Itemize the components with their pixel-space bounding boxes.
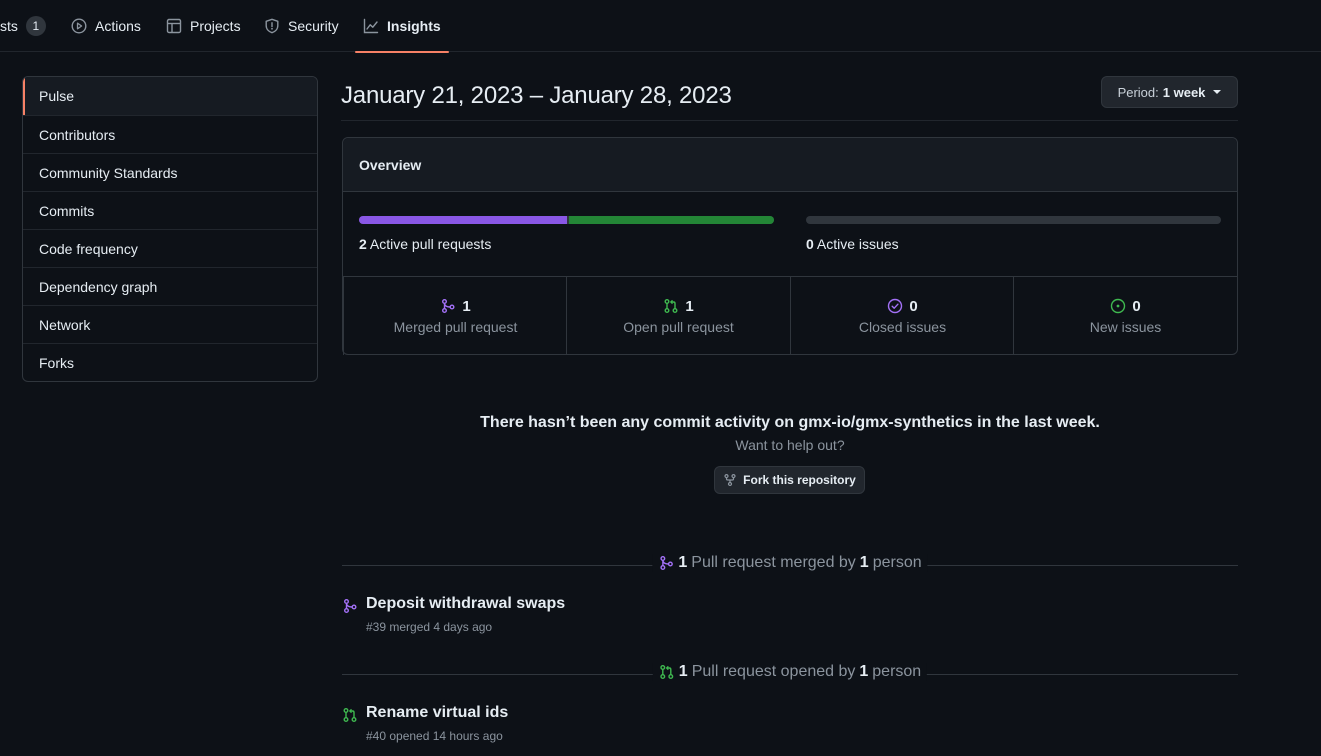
empty-commit-activity: There hasn’t been any commit activity on… <box>342 414 1238 453</box>
closed-issues-count: 0 <box>909 298 917 315</box>
insights-sidebar: Pulse Contributors Community Standards C… <box>22 76 318 382</box>
sidebar-item-code-frequency[interactable]: Code frequency <box>23 229 317 267</box>
merged-people: 1 <box>860 554 869 572</box>
closed-issue-icon <box>887 298 903 314</box>
opened-section-divider: 1 Pull request opened by 1 person <box>342 663 1238 685</box>
commit-activity-message: There hasn’t been any commit activity on… <box>342 414 1238 432</box>
shield-icon <box>264 18 280 34</box>
merged-pr-label: Merged pull request <box>394 319 518 335</box>
merged-pr-icon <box>658 555 674 571</box>
graph-icon <box>363 18 379 34</box>
pr-meta: #40 opened 14 hours ago <box>366 729 503 743</box>
sidebar-item-contributors[interactable]: Contributors <box>23 115 317 153</box>
merged-pr-icon <box>440 298 456 314</box>
active-pr-count: 2 <box>359 236 367 252</box>
active-issues-bar[interactable] <box>806 216 1221 224</box>
pr-title-link[interactable]: Rename virtual ids <box>366 704 508 722</box>
fork-icon <box>723 473 737 487</box>
tab-actions[interactable]: Actions <box>71 0 141 52</box>
sidebar-item-community-standards[interactable]: Community Standards <box>23 153 317 191</box>
active-issues-link[interactable]: 0 Active issues <box>806 236 899 252</box>
new-issue-icon <box>1110 298 1126 314</box>
merged-section-heading: 1 Pull request merged by 1 person <box>652 554 927 572</box>
overview-box: Overview 2 Active pull requests 0 Active… <box>342 137 1238 355</box>
opened-people: 1 <box>859 663 868 681</box>
repo-nav: sts 1 Actions Projects Security Insights <box>0 0 1321 52</box>
fork-repository-button[interactable]: Fork this repository <box>714 466 865 494</box>
active-pull-requests-bar[interactable] <box>359 216 774 224</box>
tab-label: Actions <box>95 18 141 34</box>
open-segment <box>569 216 775 224</box>
table-icon <box>166 18 182 34</box>
open-pr-count: 1 <box>685 298 693 315</box>
closed-issues-label: Closed issues <box>859 319 946 335</box>
pull-request-counter: 1 <box>26 16 46 36</box>
opened-text-end: person <box>872 663 921 681</box>
tab-security[interactable]: Security <box>264 0 339 52</box>
merged-pr-icon <box>342 598 358 614</box>
merged-text: Pull request merged by <box>691 554 856 572</box>
opened-text: Pull request opened by <box>692 663 856 681</box>
active-pull-requests-link[interactable]: 2 Active pull requests <box>359 236 491 252</box>
opened-section-heading: 1 Pull request opened by 1 person <box>653 663 927 681</box>
divider <box>341 120 1238 121</box>
open-pr-label: Open pull request <box>623 319 734 335</box>
merged-pr-count: 1 <box>462 298 470 315</box>
open-pr-stat[interactable]: 1 Open pull request <box>566 277 790 355</box>
sidebar-item-network[interactable]: Network <box>23 305 317 343</box>
pr-title-link[interactable]: Deposit withdrawal swaps <box>366 595 565 613</box>
play-circle-icon <box>71 18 87 34</box>
tab-label: Insights <box>387 18 441 34</box>
sidebar-item-commits[interactable]: Commits <box>23 191 317 229</box>
period-dropdown-button[interactable]: Period: 1 week <box>1101 76 1238 108</box>
page-title: January 21, 2023 – January 28, 2023 <box>341 82 732 110</box>
period-prefix: Period: <box>1118 85 1159 100</box>
new-issues-stat[interactable]: 0 New issues <box>1013 277 1237 355</box>
tab-label: sts <box>0 18 18 34</box>
pr-meta: #39 merged 4 days ago <box>366 620 492 634</box>
open-pr-icon <box>659 664 675 680</box>
merged-text-end: person <box>873 554 922 572</box>
merged-segment <box>359 216 567 224</box>
tab-label: Projects <box>190 18 241 34</box>
new-issues-count: 0 <box>1132 298 1140 315</box>
sidebar-item-pulse[interactable]: Pulse <box>23 77 317 115</box>
new-issues-label: New issues <box>1090 319 1162 335</box>
tab-label: Security <box>288 18 339 34</box>
closed-issues-stat[interactable]: 0 Closed issues <box>790 277 1014 355</box>
fork-button-label: Fork this repository <box>743 473 856 487</box>
active-pr-label: Active pull requests <box>370 236 491 252</box>
active-issues-label: Active issues <box>817 236 899 252</box>
overview-title: Overview <box>343 138 1237 192</box>
sidebar-item-dependency-graph[interactable]: Dependency graph <box>23 267 317 305</box>
caret-down-icon <box>1213 90 1221 94</box>
merged-count: 1 <box>678 554 687 572</box>
open-pr-icon <box>663 298 679 314</box>
merged-section-divider: 1 Pull request merged by 1 person <box>342 554 1238 576</box>
opened-count: 1 <box>679 663 688 681</box>
commit-activity-sub: Want to help out? <box>342 437 1238 453</box>
tab-projects[interactable]: Projects <box>166 0 241 52</box>
sidebar-item-forks[interactable]: Forks <box>23 343 317 381</box>
merged-pr-stat[interactable]: 1 Merged pull request <box>343 277 567 355</box>
tab-insights[interactable]: Insights <box>355 0 449 52</box>
period-value: 1 week <box>1163 85 1206 100</box>
open-pr-icon <box>342 707 358 723</box>
tab-pull-requests[interactable]: sts 1 <box>0 0 46 52</box>
active-issues-count: 0 <box>806 236 814 252</box>
